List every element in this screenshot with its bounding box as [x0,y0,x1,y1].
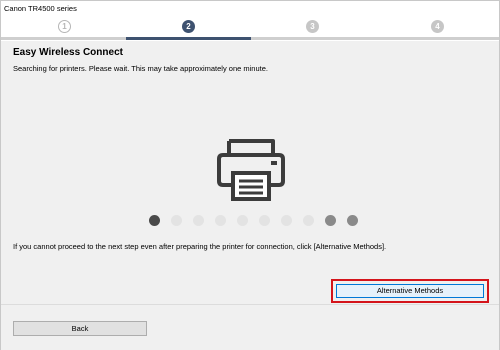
step-2-current: 2 [182,20,195,33]
footer: Back [1,305,499,350]
alternative-methods-highlight: Alternative Methods [331,279,489,303]
step-segment-4 [375,37,499,40]
step-segment-1 [1,37,126,40]
alternative-methods-button[interactable]: Alternative Methods [336,284,484,298]
progress-dot [149,214,160,226]
page-heading: Easy Wireless Connect [13,47,123,58]
progress-dot [281,214,292,226]
step-segment-3 [251,37,375,40]
window-title: Canon TR4500 series [4,4,77,13]
status-text: Searching for printers. Please wait. Thi… [13,64,268,73]
progress-dot [303,214,314,226]
help-text: If you cannot proceed to the next step e… [13,242,387,251]
progress-dot [237,214,248,226]
progress-dot [193,214,204,226]
progress-dot [325,214,336,226]
progress-dot [171,214,182,226]
app-window: Canon TR4500 series 1 2 3 4 Easy Wireles… [0,0,500,350]
searching-progress-dots [149,213,369,227]
window-titlebar: Canon TR4500 series [1,1,499,17]
progress-dot [347,214,358,226]
progress-dot [215,214,226,226]
step-4: 4 [431,20,444,33]
step-3: 3 [306,20,319,33]
step-segment-2 [126,37,251,40]
printer-icon [217,139,285,201]
back-button[interactable]: Back [13,321,147,336]
step-1-done-icon: 1 [58,20,71,33]
main-content: Easy Wireless Connect Searching for prin… [1,41,499,304]
step-indicator: 1 2 3 4 [1,17,499,41]
progress-dot [259,214,270,226]
